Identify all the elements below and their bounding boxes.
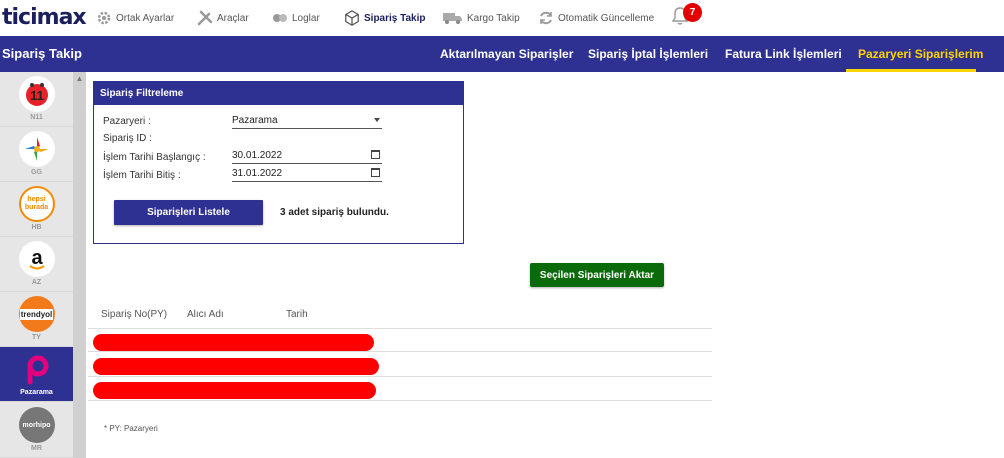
tab-siparis-iptal-islemleri[interactable]: Sipariş İptal İşlemleri <box>588 47 708 61</box>
morhipo-logo: morhipo <box>18 407 55 443</box>
footnote: * PY: Pazaryeri <box>104 424 158 433</box>
tab-fatura-link-islemleri[interactable]: Fatura Link İşlemleri <box>725 47 842 61</box>
redaction-mark <box>93 358 379 375</box>
marketplace-select[interactable]: Pazarama <box>232 114 382 129</box>
toolbar-siparis-takip[interactable]: Sipariş Takip <box>344 8 426 28</box>
marketplace-sidebar: 11 N11 GG hepsi burada HB a AZ trendyol … <box>0 72 86 458</box>
sidebar-item-label: Pazarama <box>20 389 53 396</box>
toolbar-loglar[interactable]: Loglar <box>272 8 320 28</box>
trendyol-logo-text: trendyol <box>19 308 54 320</box>
result-count-text: 3 adet sipariş bulundu. <box>280 207 389 218</box>
toolbar-araclar[interactable]: Araçlar <box>197 8 249 28</box>
toolbar-otomatik-guncelleme[interactable]: Otomatik Güncelleme <box>538 8 654 28</box>
sidebar-item-label: GG <box>31 169 42 176</box>
list-orders-button[interactable]: Siparişleri Listele <box>114 200 263 225</box>
sidebar-item-mr[interactable]: morhipo MR <box>0 403 73 458</box>
hepsiburada-logo: hepsi burada <box>18 186 55 222</box>
redaction-mark <box>93 382 376 399</box>
redaction-mark <box>93 334 374 351</box>
end-date-input[interactable]: 31.01.2022 <box>232 167 382 182</box>
toolbar-ortak-ayarlar[interactable]: Ortak Ayarlar <box>96 8 174 28</box>
logo-text: ticimax <box>2 5 86 30</box>
sidebar-item-label: TY <box>32 334 41 341</box>
toolbar-kargo-takip[interactable]: Kargo Takip <box>443 8 520 28</box>
marketplace-label: Pazaryeri : <box>103 116 151 127</box>
page-title: Sipariş Takip <box>2 46 82 61</box>
sidebar-item-label: AZ <box>31 279 42 286</box>
sidebar-item-label: HB <box>31 224 42 231</box>
pazarama-logo-text: p <box>36 368 37 370</box>
amazon-logo: a <box>18 241 55 277</box>
filter-panel-title: Sipariş Filtreleme <box>94 82 463 105</box>
chevron-down-icon <box>374 118 380 122</box>
column-header-buyer-name[interactable]: Alıcı Adı <box>187 309 224 320</box>
truck-icon <box>443 10 463 26</box>
n11-logo-text: 11 <box>30 88 44 103</box>
end-date-value: 31.01.2022 <box>232 168 283 179</box>
column-header-date[interactable]: Tarih <box>286 309 308 320</box>
calendar-icon[interactable] <box>371 168 380 177</box>
pazarama-logo: p <box>18 351 55 387</box>
hepsiburada-logo-text: hepsi burada <box>24 196 49 211</box>
n11-logo: 11 <box>18 76 55 112</box>
morhipo-logo-text: morhipo <box>22 421 51 429</box>
start-date-label: İşlem Tarihi Başlangıç : <box>103 152 206 163</box>
logs-icon <box>272 10 288 26</box>
tools-icon <box>197 10 213 26</box>
start-date-value: 30.01.2022 <box>232 150 283 161</box>
transfer-selected-orders-button[interactable]: Seçilen Siparişleri Aktar <box>530 263 664 287</box>
sidebar-item-n11[interactable]: 11 N11 <box>0 72 73 127</box>
sidebar-item-gg[interactable]: GG <box>0 127 73 182</box>
tab-aktarilmayan-siparisler[interactable]: Aktarılmayan Siparişler <box>440 47 573 61</box>
tab-pazaryeri-siparislerim[interactable]: Pazaryeri Siparişlerim <box>858 47 983 61</box>
calendar-icon[interactable] <box>371 150 380 159</box>
amazon-logo-text: a <box>31 247 43 269</box>
active-tab-indicator <box>846 69 976 72</box>
sidebar-item-az[interactable]: a AZ <box>0 237 73 292</box>
sidebar-item-label: MR <box>31 445 42 452</box>
toolbar-label: Otomatik Güncelleme <box>558 12 655 24</box>
sidebar-item-label: N11 <box>30 114 43 121</box>
table-row[interactable] <box>88 353 712 377</box>
toolbar-label: Ortak Ayarlar <box>116 12 175 24</box>
table-row[interactable] <box>88 377 712 401</box>
top-toolbar: ticimax Ortak Ayarlar Araçlar Loglar Sip… <box>0 0 1004 36</box>
box-icon <box>344 10 360 26</box>
scroll-up-arrow-icon[interactable]: ▲ <box>73 74 86 84</box>
end-date-label: İşlem Tarihi Bitiş : <box>103 170 181 181</box>
gittigidiyor-logo <box>18 131 55 167</box>
sidebar-scrollbar[interactable] <box>73 72 86 458</box>
column-header-order-no[interactable]: Sipariş No(PY) <box>101 309 167 320</box>
toolbar-label: Kargo Takip <box>467 12 520 24</box>
sidebar-item-ty[interactable]: trendyol TY <box>0 292 73 347</box>
toolbar-label: Sipariş Takip <box>364 12 426 24</box>
marketplace-select-value: Pazarama <box>232 115 278 126</box>
toolbar-label: Araçlar <box>217 12 249 24</box>
start-date-input[interactable]: 30.01.2022 <box>232 149 382 164</box>
toolbar-label: Loglar <box>292 12 320 24</box>
notification-badge[interactable]: 7 <box>683 3 702 22</box>
table-row[interactable] <box>88 328 712 352</box>
sidebar-item-pazarama[interactable]: p Pazarama <box>0 347 73 402</box>
order-filter-panel: Sipariş Filtreleme Pazaryeri : Pazarama … <box>93 81 464 244</box>
sidebar-item-hb[interactable]: hepsi burada HB <box>0 182 73 237</box>
order-id-label: Sipariş ID : <box>103 133 152 144</box>
section-navbar: Sipariş Takip Aktarılmayan Siparişler Si… <box>0 36 1004 72</box>
refresh-icon <box>538 10 554 26</box>
gear-icon <box>96 10 112 26</box>
trendyol-logo: trendyol <box>18 296 55 332</box>
